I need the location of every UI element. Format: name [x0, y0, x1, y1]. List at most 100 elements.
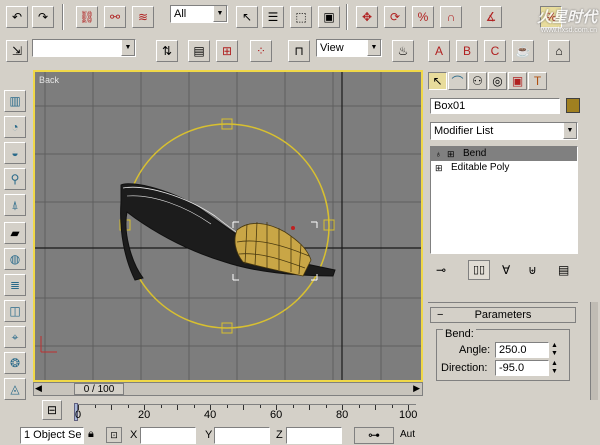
- tab-display[interactable]: ▣: [508, 72, 527, 90]
- angle-snap-icon[interactable]: ∡: [480, 6, 502, 28]
- cone-primitive-icon[interactable]: ⌖: [4, 326, 26, 348]
- stack-item-bend[interactable]: ♁ ⊞ Bend: [431, 147, 577, 161]
- track-bar-menu-icon[interactable]: ⊟: [42, 400, 62, 420]
- align-icon[interactable]: ⊓: [288, 40, 310, 62]
- remove-modifier-icon[interactable]: ⊎: [528, 263, 537, 277]
- unlink-selection-icon[interactable]: ⚯: [104, 6, 126, 28]
- render-last-icon[interactable]: ☕: [512, 40, 534, 62]
- ruler-tick: [160, 405, 162, 408]
- rectangular-selection-icon[interactable]: ⬚: [290, 6, 312, 28]
- high-heel-shoe-mesh: [120, 183, 336, 281]
- x-coordinate-field[interactable]: [140, 427, 196, 444]
- expand-icon[interactable]: ⊞: [447, 147, 459, 161]
- main-toolbar: ↶ ↷ ⛓ ⚯ ≋ All ▼ ↖ ☰ ⬚ ▣ ✥ ⟳ % ∩ ∡ ℅ 火星时代…: [0, 0, 600, 34]
- key-filter-icon[interactable]: ⊶: [354, 427, 394, 444]
- watermark-brand: 火星时代: [536, 9, 597, 26]
- select-and-rotate-icon[interactable]: ⟳: [384, 6, 406, 28]
- named-selection-sets-dropdown[interactable]: ▼: [32, 39, 136, 57]
- sphere-primitive-icon[interactable]: ◍: [4, 248, 26, 270]
- curve-editor-icon[interactable]: ▤: [188, 40, 210, 62]
- select-object-icon[interactable]: ↖: [236, 6, 258, 28]
- expand-icon[interactable]: ⊞: [435, 161, 447, 175]
- track-ruler[interactable]: 0 20 40 60 80 100: [74, 403, 417, 422]
- tab-modify[interactable]: ⌒: [448, 72, 467, 90]
- secondary-toolbar: ⇲ ▼ ⇅ ▤ ⊞ ⁘ ⊓ View ▼ ♨ A B C ☕ ⌂: [0, 34, 600, 68]
- stack-item-editable-poly[interactable]: ⊞ Editable Poly: [431, 161, 577, 175]
- schematic-view-icon[interactable]: ⊞: [216, 40, 238, 62]
- window-crossing-icon[interactable]: ▣: [318, 6, 340, 28]
- tab-utilities[interactable]: T: [528, 72, 547, 90]
- modifier-list-dropdown[interactable]: Modifier List ▼: [430, 122, 578, 140]
- render-scene-icon[interactable]: ♨: [392, 40, 414, 62]
- time-slider[interactable]: ◀ 0 / 100 ▶: [33, 382, 423, 396]
- create-helpers-icon[interactable]: ⍋: [4, 194, 26, 216]
- object-color-swatch[interactable]: [566, 98, 580, 113]
- plane-primitive-icon[interactable]: ◬: [4, 378, 26, 400]
- parameters-rollout-header[interactable]: − Parameters: [430, 307, 576, 323]
- box-primitive-icon[interactable]: ▰: [4, 222, 26, 244]
- bind-space-warp-icon[interactable]: ≋: [132, 6, 154, 28]
- select-and-move-icon[interactable]: ✥: [356, 6, 378, 28]
- quick-render-c-icon[interactable]: C: [484, 40, 506, 62]
- selection-filter-dropdown[interactable]: All ▼: [170, 5, 228, 23]
- cylinder-primitive-icon[interactable]: ≣: [4, 274, 26, 296]
- direction-label: Direction:: [441, 362, 488, 374]
- create-geometry-icon[interactable]: ▥: [4, 90, 26, 112]
- selection-filter-value: All: [174, 8, 187, 20]
- angle-spinner[interactable]: 250.0: [495, 342, 549, 358]
- reference-coordinate-dropdown[interactable]: View ▼: [316, 39, 382, 57]
- select-by-name-icon[interactable]: ☰: [262, 6, 284, 28]
- left-tab-panel: ▥ ◔ ◒ ⚲ ⍋ ▰ ◍ ≣ ◫ ⌖ ❂ ◬: [0, 70, 32, 400]
- watermark-url: www.hxsd.com.cn: [540, 27, 597, 34]
- y-label: Y: [205, 429, 213, 441]
- command-panel-scrollbar[interactable]: [590, 302, 598, 400]
- undo-icon[interactable]: ↶: [6, 6, 28, 28]
- auto-key-button[interactable]: Aut: [400, 429, 415, 440]
- show-end-result-icon[interactable]: ▯▯: [468, 260, 490, 280]
- time-slider-thumb[interactable]: 0 / 100: [74, 383, 124, 395]
- configure-modifier-sets-icon[interactable]: ▤: [558, 263, 569, 277]
- create-cameras-icon[interactable]: ⚲: [4, 168, 26, 190]
- time-slider-prev-icon[interactable]: ◀: [35, 383, 42, 394]
- object-name-field[interactable]: Box01: [430, 98, 560, 114]
- view-axis-tripod: [40, 336, 57, 353]
- toolbar-separator: [62, 4, 64, 30]
- lightbulb-icon[interactable]: ♁: [435, 147, 447, 161]
- quick-render-a-icon[interactable]: A: [428, 40, 450, 62]
- snap-toggle-icon[interactable]: ∩: [440, 6, 462, 28]
- named-selection-icon[interactable]: ⇲: [6, 40, 28, 62]
- tab-hierarchy[interactable]: ⚇: [468, 72, 487, 90]
- command-panel: ↖ ⌒ ⚇ ◎ ▣ T Box01 Modifier List ▼ ♁ ⊞ Be…: [426, 70, 600, 400]
- absolute-mode-toggle[interactable]: ⊡: [106, 427, 122, 443]
- select-and-link-icon[interactable]: ⛓: [76, 6, 98, 28]
- make-unique-icon[interactable]: ∀: [502, 263, 510, 277]
- material-editor-icon[interactable]: ⁘: [250, 40, 272, 62]
- z-coordinate-field[interactable]: [286, 427, 342, 444]
- angle-label: Angle:: [459, 344, 491, 356]
- mirror-icon[interactable]: ⇅: [156, 40, 178, 62]
- ruler-label: 60: [270, 409, 283, 421]
- y-coordinate-field[interactable]: [214, 427, 270, 444]
- back-viewport[interactable]: Back: [33, 70, 423, 382]
- ruler-tick: [292, 405, 294, 408]
- direction-spinner-arrows[interactable]: ▲ ▼: [551, 360, 558, 376]
- bend-group-label: Bend:: [443, 328, 476, 340]
- angle-spinner-arrows[interactable]: ▲ ▼: [551, 342, 558, 358]
- modifier-stack: ♁ ⊞ Bend ⊞ Editable Poly: [430, 146, 578, 254]
- redo-icon[interactable]: ↷: [32, 6, 54, 28]
- direction-spinner[interactable]: -95.0: [495, 360, 549, 376]
- pin-stack-icon[interactable]: ⊸: [436, 263, 446, 277]
- tab-create[interactable]: ↖: [428, 72, 447, 90]
- tube-primitive-icon[interactable]: ◫: [4, 300, 26, 322]
- chevron-down-icon: ▼: [563, 123, 577, 139]
- quick-render-b-icon[interactable]: B: [456, 40, 478, 62]
- tab-motion[interactable]: ◎: [488, 72, 507, 90]
- time-slider-next-icon[interactable]: ▶: [413, 383, 420, 394]
- lock-selection-icon[interactable]: 🔒︎: [88, 428, 94, 441]
- ruler-tick: [243, 405, 244, 410]
- active-shade-icon[interactable]: ⌂: [548, 40, 570, 62]
- torus-primitive-icon[interactable]: ❂: [4, 352, 26, 374]
- create-shapes-icon[interactable]: ◔: [4, 116, 26, 138]
- create-lights-icon[interactable]: ◒: [4, 142, 26, 164]
- select-and-scale-icon[interactable]: %: [412, 6, 434, 28]
